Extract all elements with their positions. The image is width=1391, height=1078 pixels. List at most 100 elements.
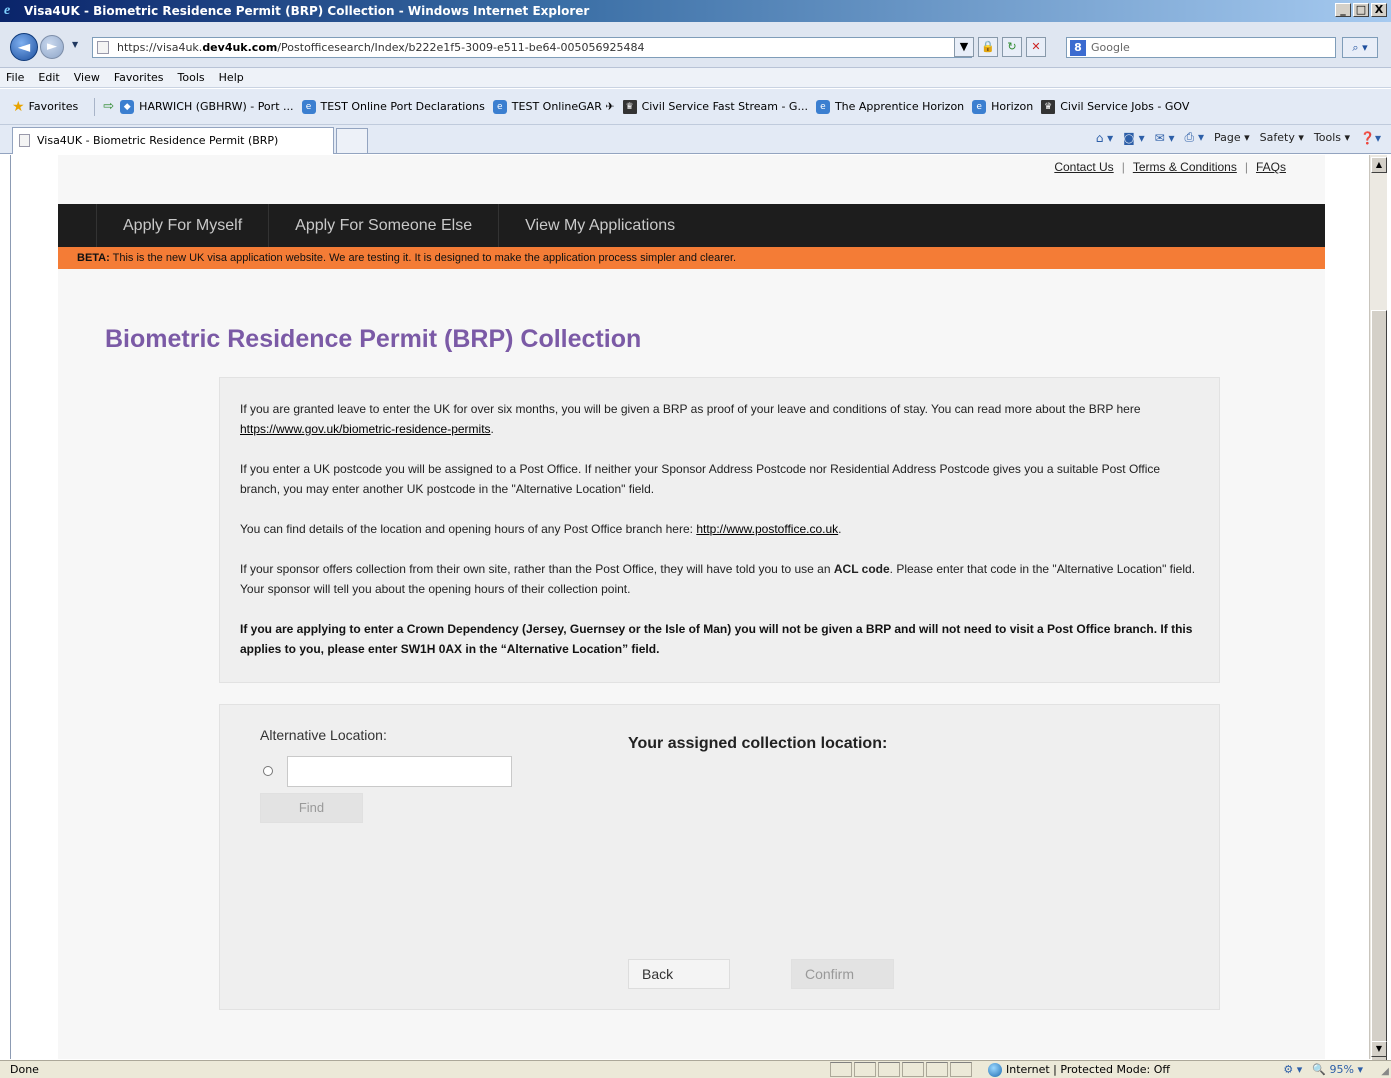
address-tools: ▼ 🔒 ↻ ✕ — [954, 37, 1046, 57]
favorite-link[interactable]: ♛ Civil Service Jobs - GOV — [1041, 99, 1190, 114]
ie-page-icon: e — [492, 99, 507, 114]
favorite-link[interactable]: e TEST Online Port Declarations — [301, 99, 485, 114]
nav-apply-myself[interactable]: Apply For Myself — [96, 204, 270, 247]
globe-icon: ◆ — [120, 99, 135, 114]
plane-icon: ✈ — [605, 100, 615, 113]
beta-banner: BETA: This is the new UK visa applicatio… — [58, 247, 1325, 269]
favorite-link-label: Civil Service Jobs - GOV — [1060, 100, 1190, 113]
zone-text: Internet | Protected Mode: Off — [1006, 1063, 1170, 1076]
link-divider: | — [1244, 160, 1248, 174]
nav-view-applications[interactable]: View My Applications — [499, 204, 701, 247]
zoom-level[interactable]: 🔍 95% ▾ — [1312, 1061, 1363, 1078]
contact-us-link[interactable]: Contact Us — [1054, 160, 1113, 174]
menu-favorites[interactable]: Favorites — [114, 71, 164, 84]
resize-grip-icon[interactable]: ◢ — [1381, 1063, 1389, 1078]
home-icon[interactable]: ⌂ ▾ — [1096, 131, 1113, 145]
scroll-thumb[interactable] — [1371, 310, 1387, 1078]
status-cell — [830, 1062, 852, 1077]
favorites-separator — [94, 97, 96, 116]
help-icon[interactable]: ❓▾ — [1360, 131, 1381, 145]
confirm-button[interactable]: Confirm — [791, 959, 894, 989]
search-button[interactable]: ⌕ ▾ — [1342, 37, 1378, 58]
terms-link[interactable]: Terms & Conditions — [1133, 160, 1237, 174]
favorite-link[interactable]: ◆ HARWICH (GBHRW) - Port ... — [120, 99, 294, 114]
tab-strip: Visa4UK - Biometric Residence Permit (BR… — [0, 125, 1391, 172]
status-cell — [902, 1062, 924, 1077]
lock-icon[interactable]: 🔒 — [978, 37, 998, 57]
page-icon — [97, 41, 109, 54]
back-button[interactable]: Back — [628, 959, 730, 989]
stop-icon[interactable]: ✕ — [1026, 37, 1046, 57]
popup-blocker-icon[interactable]: ⚙ ▾ — [1283, 1061, 1302, 1078]
print-icon[interactable]: ⎙ ▾ — [1185, 130, 1204, 145]
info-text: . — [838, 522, 842, 536]
ie-logo-icon: e — [4, 3, 11, 18]
forward-arrow-icon[interactable]: ► — [40, 35, 64, 59]
nav-apply-someone-else[interactable]: Apply For Someone Else — [269, 204, 500, 247]
history-dropdown-icon[interactable]: ▼ — [72, 40, 78, 49]
favorites-star-icon[interactable]: ★ — [12, 99, 25, 115]
google-logo-icon: 8 — [1070, 40, 1086, 56]
info-text: If your sponsor offers collection from t… — [240, 562, 834, 576]
menu-edit[interactable]: Edit — [38, 71, 59, 84]
favorites-button[interactable]: Favorites — [29, 100, 79, 113]
status-bar: Done Internet | Protected Mode: Off ⚙ ▾ … — [0, 1060, 1391, 1078]
favorite-link-label: HARWICH (GBHRW) - Port ... — [139, 100, 294, 113]
back-arrow-icon[interactable]: ◄ — [10, 33, 38, 61]
internet-globe-icon — [988, 1062, 1002, 1077]
beta-text: This is the new UK visa application webs… — [109, 252, 737, 264]
vertical-scrollbar[interactable]: ▲ ▼ — [1369, 155, 1387, 1078]
favorite-link-label: Horizon — [991, 100, 1034, 113]
info-paragraph: You can find details of the location and… — [240, 519, 1199, 539]
new-tab-button[interactable] — [336, 128, 368, 153]
faqs-link[interactable]: FAQs — [1256, 160, 1286, 174]
page-menu-label: Page — [1214, 131, 1241, 144]
link-divider: | — [1121, 160, 1125, 174]
mail-icon[interactable]: ✉ ▾ — [1155, 131, 1175, 145]
page-menu[interactable]: Page ▾ — [1214, 131, 1250, 144]
tab-active[interactable]: Visa4UK - Biometric Residence Permit (BR… — [12, 127, 334, 172]
menu-file[interactable]: File — [6, 71, 24, 84]
address-dropdown-icon[interactable]: ▼ — [954, 37, 974, 57]
favorite-link[interactable]: e Horizon — [972, 99, 1034, 114]
alternative-location-radio[interactable] — [263, 766, 273, 776]
menu-view[interactable]: View — [74, 71, 100, 84]
search-input[interactable]: 8 Google — [1066, 37, 1336, 58]
page-title: Biometric Residence Permit (BRP) Collect… — [105, 325, 642, 353]
zoom-value: 95% — [1329, 1063, 1354, 1076]
favorite-link-label: TEST OnlineGAR — [511, 100, 602, 113]
address-input[interactable]: https://visa4uk.dev4uk.com/Postofficesea… — [92, 37, 972, 58]
crown-icon: ♛ — [622, 99, 637, 114]
tools-menu[interactable]: Tools ▾ — [1314, 131, 1350, 144]
menu-help[interactable]: Help — [219, 71, 244, 84]
status-cells — [830, 1062, 972, 1077]
post-office-link[interactable]: http://www.postoffice.co.uk — [696, 522, 838, 536]
status-cell — [926, 1062, 948, 1077]
favorite-link-label: TEST Online Port Declarations — [320, 100, 485, 113]
maximize-button[interactable]: □ — [1353, 3, 1369, 17]
favorite-link[interactable]: e TEST OnlineGAR ✈ — [492, 99, 615, 114]
scroll-down-icon[interactable]: ▼ — [1371, 1041, 1387, 1057]
command-bar: ⌂ ▾ ◙ ▾ ✉ ▾ ⎙ ▾ Page ▾ Safety ▾ Tools ▾ … — [1096, 130, 1381, 145]
brp-info-link[interactable]: https://www.gov.uk/biometric-residence-p… — [240, 422, 491, 436]
feeds-icon[interactable]: ◙ ▾ — [1123, 131, 1144, 145]
favorite-link[interactable]: ♛ Civil Service Fast Stream - G... — [622, 99, 808, 114]
safety-menu[interactable]: Safety ▾ — [1260, 131, 1304, 144]
alternative-location-label: Alternative Location: — [260, 727, 387, 743]
crown-dependency-notice: If you are applying to enter a Crown Dep… — [240, 622, 1193, 656]
main-nav: Apply For Myself Apply For Someone Else … — [58, 204, 1325, 247]
close-button[interactable]: X — [1371, 3, 1387, 17]
menu-tools[interactable]: Tools — [178, 71, 205, 84]
status-text: Done — [10, 1063, 39, 1076]
security-zone[interactable]: Internet | Protected Mode: Off — [988, 1061, 1170, 1078]
favorite-link[interactable]: e The Apprentice Horizon — [815, 99, 964, 114]
scroll-up-icon[interactable]: ▲ — [1371, 157, 1387, 173]
find-button[interactable]: Find — [260, 793, 363, 823]
window-title: Visa4UK - Biometric Residence Permit (BR… — [24, 4, 590, 18]
refresh-icon[interactable]: ↻ — [1002, 37, 1022, 57]
zoom-control[interactable]: ⚙ ▾ 🔍 95% ▾ — [1283, 1061, 1363, 1078]
alternative-location-input[interactable] — [287, 756, 512, 787]
add-favorite-icon[interactable]: ⇨ — [103, 99, 114, 114]
minimize-button[interactable]: _ — [1335, 3, 1351, 17]
favorite-link-label: Civil Service Fast Stream - G... — [641, 100, 808, 113]
